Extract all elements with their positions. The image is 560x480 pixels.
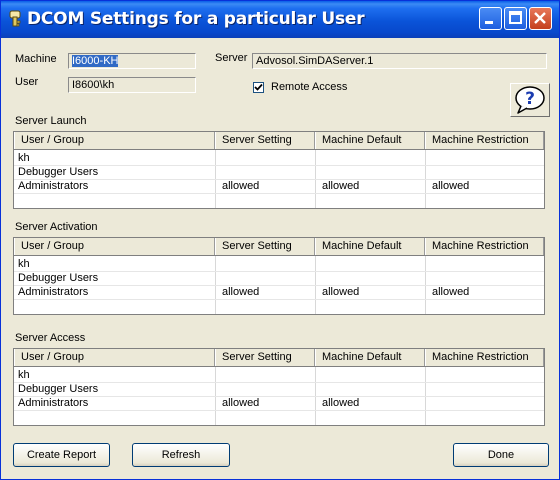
refresh-button[interactable]: Refresh: [132, 443, 230, 467]
cell-machine-restriction: allowed: [432, 180, 470, 192]
server-launch-title: Server Launch: [15, 115, 87, 127]
close-button[interactable]: [529, 7, 552, 30]
create-report-button[interactable]: Create Report: [13, 443, 110, 467]
cell-machine-default: allowed: [322, 397, 360, 409]
maximize-icon: [509, 11, 522, 24]
table-row[interactable]: Debugger Users: [14, 383, 544, 397]
server-field[interactable]: Advosol.SimDAServer.1: [252, 53, 547, 69]
table-row[interactable]: Administrators allowed allowed: [14, 397, 544, 411]
grid-header: User / Group Server Setting Machine Defa…: [14, 132, 544, 150]
user-label: User: [15, 76, 39, 88]
column-header-server-setting[interactable]: Server Setting: [215, 349, 315, 366]
server-access-grid[interactable]: User / Group Server Setting Machine Defa…: [13, 348, 545, 426]
table-row[interactable]: Administrators allowed allowed allowed: [14, 286, 544, 300]
user-value: I8600\kh: [72, 79, 115, 91]
cell-machine-default: allowed: [322, 180, 360, 192]
column-header-machine-restriction[interactable]: Machine Restriction: [425, 349, 544, 366]
checkmark-icon: [254, 83, 263, 91]
app-key-icon: [9, 10, 21, 27]
close-icon: [534, 12, 546, 24]
machine-field[interactable]: I6000-KH: [68, 53, 196, 69]
server-label: Server: [215, 52, 248, 64]
cell-user-group: Administrators: [18, 397, 89, 409]
table-row[interactable]: kh: [14, 152, 544, 166]
server-activation-grid[interactable]: User / Group Server Setting Machine Defa…: [13, 237, 545, 315]
table-row[interactable]: Administrators allowed allowed allowed: [14, 180, 544, 194]
remote-access-label: Remote Access: [271, 81, 348, 93]
column-header-user-group[interactable]: User / Group: [14, 132, 215, 149]
cell-user-group: Administrators: [18, 180, 89, 192]
dcom-settings-window: DCOM Settings for a particular User Mach…: [0, 0, 560, 480]
column-header-server-setting[interactable]: Server Setting: [215, 238, 315, 255]
server-access-title: Server Access: [15, 332, 86, 344]
cell-user-group: kh: [18, 258, 30, 270]
column-header-server-setting[interactable]: Server Setting: [215, 132, 315, 149]
machine-label: Machine: [15, 53, 57, 65]
remote-access-checkbox[interactable]: [253, 82, 264, 93]
table-row[interactable]: kh: [14, 369, 544, 383]
table-row[interactable]: Debugger Users: [14, 166, 544, 180]
column-header-machine-default[interactable]: Machine Default: [315, 238, 425, 255]
cell-user-group: Administrators: [18, 286, 89, 298]
user-field[interactable]: I8600\kh: [68, 77, 196, 93]
server-launch-grid[interactable]: User / Group Server Setting Machine Defa…: [13, 131, 545, 209]
column-header-user-group[interactable]: User / Group: [14, 349, 215, 366]
window-title: DCOM Settings for a particular User: [27, 9, 365, 29]
machine-value: I6000-KH: [72, 55, 119, 67]
column-header-machine-default[interactable]: Machine Default: [315, 132, 425, 149]
minimize-icon: [485, 21, 493, 24]
cell-user-group: Debugger Users: [18, 383, 99, 395]
column-header-machine-default[interactable]: Machine Default: [315, 349, 425, 366]
cell-server-setting: allowed: [222, 180, 260, 192]
help-question-icon: ?: [515, 86, 545, 114]
column-header-user-group[interactable]: User / Group: [14, 238, 215, 255]
cell-user-group: kh: [18, 152, 30, 164]
server-activation-title: Server Activation: [15, 221, 98, 233]
table-row[interactable]: Debugger Users: [14, 272, 544, 286]
cell-server-setting: allowed: [222, 397, 260, 409]
table-row[interactable]: kh: [14, 258, 544, 272]
cell-user-group: Debugger Users: [18, 166, 99, 178]
minimize-button[interactable]: [479, 7, 502, 30]
column-header-machine-restriction[interactable]: Machine Restriction: [425, 238, 544, 255]
done-button[interactable]: Done: [453, 443, 549, 467]
cell-machine-restriction: allowed: [432, 286, 470, 298]
cell-machine-default: allowed: [322, 286, 360, 298]
cell-user-group: Debugger Users: [18, 272, 99, 284]
cell-user-group: kh: [18, 369, 30, 381]
cell-server-setting: allowed: [222, 286, 260, 298]
svg-text:?: ?: [525, 89, 535, 109]
grid-header: User / Group Server Setting Machine Defa…: [14, 349, 544, 367]
help-button[interactable]: ?: [510, 83, 550, 117]
maximize-button[interactable]: [504, 7, 527, 30]
grid-header: User / Group Server Setting Machine Defa…: [14, 238, 544, 256]
title-bar[interactable]: DCOM Settings for a particular User: [1, 1, 559, 38]
column-header-machine-restriction[interactable]: Machine Restriction: [425, 132, 544, 149]
server-value: Advosol.SimDAServer.1: [256, 55, 374, 67]
